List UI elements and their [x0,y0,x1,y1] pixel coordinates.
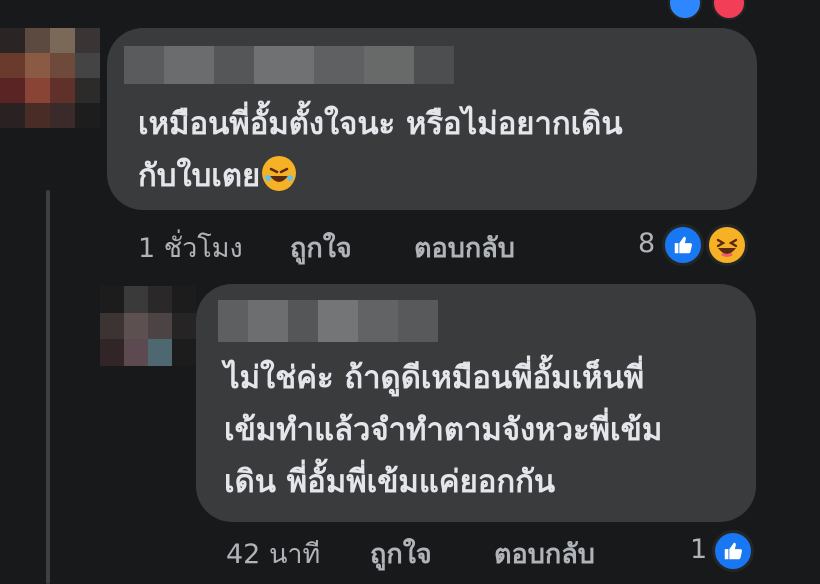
reaction-count[interactable]: 1 [690,534,707,565]
timestamp[interactable]: 1 ชั่วโมง [138,226,243,269]
avatar[interactable] [0,28,100,128]
like-icon [712,530,754,572]
avatar[interactable] [100,286,196,366]
love-icon [712,0,746,20]
like-button[interactable]: ถูกใจ [290,226,352,269]
reaction-count[interactable]: 8 [638,228,655,259]
haha-icon [706,224,748,266]
commenter-name[interactable] [218,300,438,342]
like-button[interactable]: ถูกใจ [370,532,432,575]
commenter-name[interactable] [124,46,454,84]
reply-button[interactable]: ตอบกลับ [494,532,595,575]
timestamp[interactable]: 42 นาที [226,532,320,575]
reply-button[interactable]: ตอบกลับ [414,226,515,269]
like-icon [668,0,702,20]
reply-text: ไม่ใช่ค่ะ ถ้าดูดีเหมือนพี่อั้มเห็นพี่ เข… [224,360,663,500]
thread-line [46,190,50,584]
rolling-laughing-emoji-icon [262,156,297,191]
comment-text: เหมือนพี่อั้มตั้งใจนะ หรือไม่อยากเดิน กั… [138,106,623,194]
like-icon [662,224,704,266]
